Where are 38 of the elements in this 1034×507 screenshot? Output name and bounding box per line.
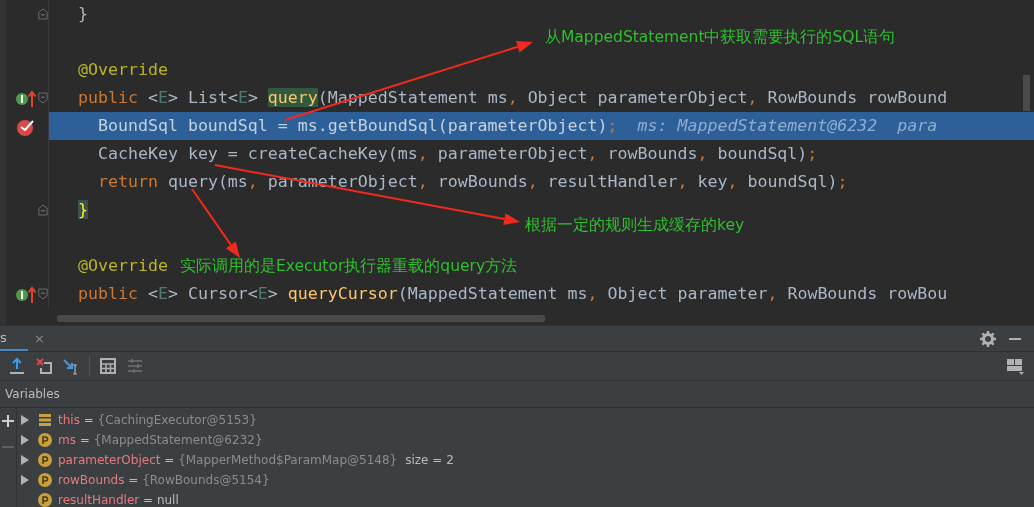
- drop-frame-icon[interactable]: [35, 357, 53, 375]
- scrollbar[interactable]: [1023, 75, 1030, 111]
- parameter-icon: [38, 453, 52, 467]
- annotation-text: 从MappedStatement中获取需要执行的SQL语句: [545, 27, 896, 47]
- step-out-icon[interactable]: [8, 357, 26, 375]
- code-line: @Override: [78, 255, 168, 277]
- add-icon[interactable]: [2, 415, 14, 427]
- variable-text[interactable]: this = {CachingExecutor@5153}: [58, 413, 257, 427]
- scrollbar[interactable]: [57, 315, 545, 322]
- override-icon[interactable]: [15, 88, 37, 108]
- override-icon[interactable]: [15, 284, 37, 304]
- expand-arrow-icon[interactable]: [20, 434, 30, 446]
- parameter-icon: [38, 493, 52, 507]
- code-line: CacheKey key = createCacheKey(ms, parameterObject, rowBounds, boundSql);: [96, 143, 818, 165]
- current-code-line: BoundSql boundSql = ms.getBoundSql(parameterObject); ms: MappedStatement@6232 para: [96, 115, 938, 137]
- expand-arrow-icon[interactable]: [20, 414, 30, 426]
- settings-sliders-icon[interactable]: [126, 357, 144, 375]
- settings-icon[interactable]: [980, 330, 996, 347]
- field-icon: [38, 413, 52, 427]
- debug-tab[interactable]: s: [0, 326, 28, 351]
- parameter-icon: [38, 473, 52, 487]
- variable-text[interactable]: rowBounds = {RowBounds@5154}: [58, 473, 270, 487]
- expand-arrow-icon[interactable]: [20, 474, 30, 486]
- run-to-cursor-icon[interactable]: [62, 357, 80, 375]
- variable-text[interactable]: resultHandler = null: [58, 493, 179, 507]
- code-line: @Override: [78, 59, 168, 81]
- variable-text[interactable]: parameterObject = {MapperMethod$ParamMap@5148} size = 2: [58, 453, 454, 467]
- close-button[interactable]: ×: [34, 331, 45, 346]
- annotation-text: 根据一定的规则生成缓存的key: [525, 215, 745, 235]
- annotation-text: 实际调用的是Executor执行器重载的query方法: [180, 256, 518, 276]
- parameter-icon: [38, 433, 52, 447]
- code-line: }: [78, 3, 88, 25]
- variable-text[interactable]: ms = {MappedStatement@6232}: [58, 433, 263, 447]
- panel-title: Variables: [5, 387, 60, 401]
- layout-icon[interactable]: [1006, 357, 1024, 375]
- expand-arrow-icon[interactable]: [20, 454, 30, 466]
- calculator-icon[interactable]: [99, 357, 117, 375]
- code-line: public <E> Cursor<E> queryCursor(MappedStatement ms, Object parameter, RowBounds rowBou: [78, 283, 948, 305]
